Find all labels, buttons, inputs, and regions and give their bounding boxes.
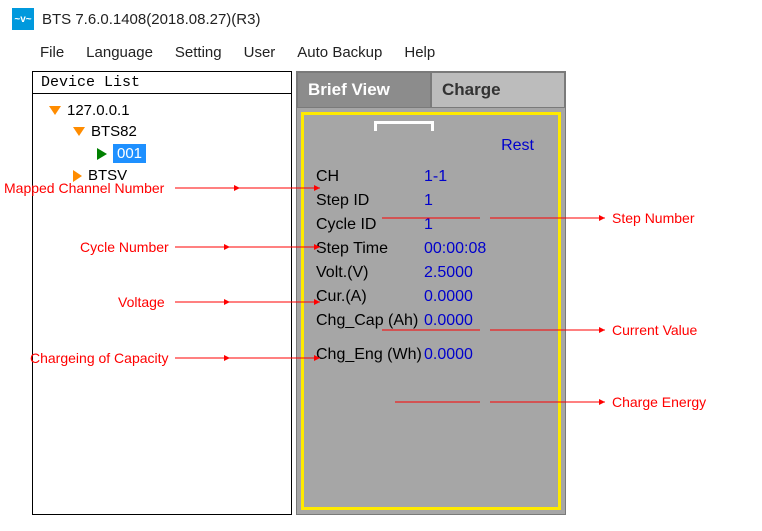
title-bar: ~v~ BTS 7.6.0.1408(2018.08.27)(R3) bbox=[0, 0, 762, 38]
menu-setting[interactable]: Setting bbox=[175, 44, 222, 61]
tab-charge[interactable]: Charge bbox=[431, 72, 565, 108]
value-step-id: 1 bbox=[424, 192, 433, 210]
menu-language[interactable]: Language bbox=[86, 44, 153, 61]
expand-icon bbox=[73, 127, 85, 136]
tree-label: BTS82 bbox=[91, 123, 137, 140]
label-step-id: Step ID bbox=[316, 192, 424, 210]
menu-auto-backup[interactable]: Auto Backup bbox=[297, 44, 382, 61]
value-chg-cap: 0.0000 bbox=[424, 312, 473, 330]
tree-node-channel[interactable]: 001 bbox=[37, 142, 287, 165]
row-cycle-id: Cycle ID 1 bbox=[310, 213, 552, 237]
tree-label: BTSV bbox=[88, 167, 127, 184]
menu-help[interactable]: Help bbox=[404, 44, 435, 61]
tree-node-bts82[interactable]: BTS82 bbox=[37, 121, 287, 142]
row-step-id: Step ID 1 bbox=[310, 189, 552, 213]
tab-strip: Brief View Charge bbox=[297, 72, 565, 108]
label-step-time: Step Time bbox=[316, 240, 424, 258]
row-voltage: Volt.(V) 2.5000 bbox=[310, 261, 552, 285]
row-chg-cap: Chg_Cap (Ah) 0.0000 bbox=[310, 309, 552, 333]
label-voltage: Volt.(V) bbox=[316, 264, 424, 282]
row-current: Cur.(A) 0.0000 bbox=[310, 285, 552, 309]
tree-label: 127.0.0.1 bbox=[67, 102, 130, 119]
tree-node-btsv[interactable]: BTSV bbox=[37, 165, 287, 186]
label-cycle-id: Cycle ID bbox=[316, 216, 424, 234]
menu-user[interactable]: User bbox=[244, 44, 276, 61]
collapse-icon bbox=[73, 170, 82, 182]
value-step-time: 00:00:08 bbox=[424, 240, 486, 258]
brief-view-container: Rest CH 1-1 Step ID 1 Cycle ID 1 Step Ti… bbox=[301, 112, 561, 510]
menu-bar: File Language Setting User Auto Backup H… bbox=[0, 38, 762, 71]
value-current: 0.0000 bbox=[424, 288, 473, 306]
device-tree-panel: Device List 127.0.0.1 BTS82 001 BTSV bbox=[32, 71, 292, 515]
value-chg-eng: 0.0000 bbox=[424, 346, 473, 364]
status-text: Rest bbox=[310, 133, 552, 165]
value-voltage: 2.5000 bbox=[424, 264, 473, 282]
menu-file[interactable]: File bbox=[40, 44, 64, 61]
tree-node-root[interactable]: 127.0.0.1 bbox=[37, 100, 287, 121]
device-tree-header: Device List bbox=[33, 72, 291, 94]
label-chg-cap: Chg_Cap (Ah) bbox=[316, 312, 424, 330]
tree-label-selected: 001 bbox=[113, 144, 146, 163]
label-chg-eng: Chg_Eng (Wh) bbox=[316, 346, 424, 364]
window-title: BTS 7.6.0.1408(2018.08.27)(R3) bbox=[42, 11, 260, 28]
detail-panel: Brief View Charge Rest CH 1-1 Step ID 1 … bbox=[296, 71, 566, 515]
value-ch: 1-1 bbox=[424, 168, 447, 186]
row-chg-eng: Chg_Eng (Wh) 0.0000 bbox=[310, 343, 552, 367]
tab-brief-view[interactable]: Brief View bbox=[297, 72, 431, 108]
brief-inner-tab bbox=[310, 121, 552, 133]
play-icon bbox=[97, 148, 107, 160]
label-ch: CH bbox=[316, 168, 424, 186]
row-step-time: Step Time 00:00:08 bbox=[310, 237, 552, 261]
app-icon: ~v~ bbox=[12, 8, 34, 30]
value-cycle-id: 1 bbox=[424, 216, 433, 234]
row-ch: CH 1-1 bbox=[310, 165, 552, 189]
expand-icon bbox=[49, 106, 61, 115]
label-current: Cur.(A) bbox=[316, 288, 424, 306]
